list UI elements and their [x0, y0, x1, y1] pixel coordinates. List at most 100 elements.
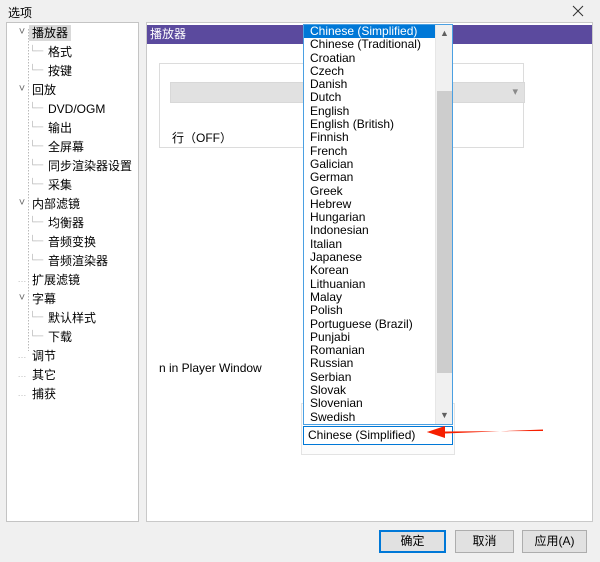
- tree-item-11[interactable]: └─ 音频变换: [7, 232, 138, 251]
- dropdown-option-2[interactable]: Croatian: [304, 51, 435, 65]
- tree-item-19[interactable]: … 捕获: [7, 384, 138, 403]
- dropdown-option-24[interactable]: Romanian: [304, 343, 435, 357]
- tree-item-1[interactable]: └─ 格式: [7, 42, 138, 61]
- player-window-checkbox-label[interactable]: n in Player Window: [159, 361, 262, 375]
- title-bar: 选项: [0, 0, 600, 22]
- dropdown-option-28[interactable]: Slovenian: [304, 397, 435, 411]
- scrollbar-thumb[interactable]: [437, 91, 452, 373]
- dropdown-option-16[interactable]: Italian: [304, 237, 435, 251]
- cancel-button[interactable]: 取消: [455, 530, 514, 553]
- tree-item-label: 采集: [48, 177, 73, 192]
- dropdown-option-25[interactable]: Russian: [304, 357, 435, 371]
- dropdown-option-10[interactable]: Galician: [304, 157, 435, 171]
- tree-item-label: 回放: [32, 82, 57, 97]
- off-status-label: 行（OFF）: [172, 131, 232, 145]
- dropdown-option-20[interactable]: Malay: [304, 290, 435, 304]
- tree-branch-icon: └─: [29, 103, 44, 115]
- dropdown-option-6[interactable]: English: [304, 104, 435, 118]
- dropdown-option-4[interactable]: Danish: [304, 77, 435, 91]
- tree-item-label: 按键: [48, 63, 73, 78]
- language-dropdown-list[interactable]: Chinese (Simplified) Chinese (Traditional…: [303, 24, 453, 425]
- dropdown-option-17[interactable]: Japanese: [304, 250, 435, 264]
- window-title: 选项: [8, 6, 33, 20]
- tree-item-16[interactable]: └─ 下载: [7, 327, 138, 346]
- tree-item-13[interactable]: … 扩展滤镜: [7, 270, 138, 289]
- tree-item-label: 其它: [32, 367, 57, 382]
- tree-branch-icon: …: [17, 388, 27, 399]
- options-dialog: ˅ 播放器 └─ 格式 └─ 按键 ˅ 回放 └─ DVD/OGM └─ 输出 └─ 全屏幕 └─ 同步渲染器…: [0, 22, 600, 562]
- chevron-down-icon: ▾: [512, 86, 518, 98]
- tree-item-label: 调节: [32, 348, 57, 363]
- tree-branch-icon: …: [17, 369, 27, 380]
- tree-item-label: 输出: [48, 120, 73, 135]
- chevron-up-icon[interactable]: ▲: [436, 25, 452, 42]
- chevron-down-icon[interactable]: ▼: [436, 407, 452, 424]
- tree-item-7[interactable]: └─ 同步渲染器设置: [7, 156, 138, 175]
- dropdown-option-11[interactable]: German: [304, 170, 435, 184]
- tree-branch-icon: …: [17, 274, 27, 285]
- tree-item-5[interactable]: └─ 输出: [7, 118, 138, 137]
- tree-item-label: 捕获: [32, 386, 57, 401]
- tree-item-18[interactable]: … 其它: [7, 365, 138, 384]
- dropdown-option-22[interactable]: Portuguese (Brazil): [304, 317, 435, 331]
- dropdown-option-23[interactable]: Punjabi: [304, 330, 435, 344]
- dropdown-option-15[interactable]: Indonesian: [304, 224, 435, 238]
- chevron-down-icon[interactable]: ˅: [15, 194, 29, 213]
- dropdown-scrollbar[interactable]: ▲ ▼: [435, 25, 452, 424]
- tree-branch-icon: …: [17, 350, 27, 361]
- tree-item-9[interactable]: ˅ 内部滤镜: [7, 194, 138, 213]
- tree-item-6[interactable]: └─ 全屏幕: [7, 137, 138, 156]
- dropdown-option-29[interactable]: Swedish: [304, 410, 435, 424]
- tree-branch-icon: └─: [29, 331, 44, 343]
- dropdown-option-27[interactable]: Slovak: [304, 383, 435, 397]
- tree-item-label: 扩展滤镜: [32, 272, 81, 287]
- tree-item-label: 默认样式: [48, 310, 97, 325]
- tree-branch-icon: └─: [29, 217, 44, 229]
- dropdown-option-26[interactable]: Serbian: [304, 370, 435, 384]
- tree-item-2[interactable]: └─ 按键: [7, 61, 138, 80]
- dropdown-option-18[interactable]: Korean: [304, 264, 435, 278]
- tree-item-label: 格式: [48, 44, 73, 59]
- dropdown-option-14[interactable]: Hungarian: [304, 210, 435, 224]
- apply-button[interactable]: 应用(A): [522, 530, 587, 553]
- tree-item-label: 均衡器: [48, 215, 85, 230]
- chevron-down-icon[interactable]: ˅: [15, 23, 29, 42]
- tree-branch-icon: └─: [29, 46, 44, 58]
- dropdown-option-8[interactable]: Finnish: [304, 131, 435, 145]
- close-icon: [572, 5, 584, 17]
- dropdown-option-13[interactable]: Hebrew: [304, 197, 435, 211]
- tree-item-17[interactable]: … 调节: [7, 346, 138, 365]
- dropdown-option-12[interactable]: Greek: [304, 184, 435, 198]
- dropdown-option-9[interactable]: French: [304, 144, 435, 158]
- dropdown-option-0[interactable]: Chinese (Simplified): [304, 25, 435, 39]
- language-combobox[interactable]: Chinese (Simplified): [303, 426, 453, 445]
- tree-item-15[interactable]: └─ 默认样式: [7, 308, 138, 327]
- tree-branch-icon: └─: [29, 65, 44, 77]
- tree-item-label: 下载: [48, 329, 73, 344]
- tree-item-0[interactable]: ˅ 播放器: [7, 23, 138, 42]
- ok-button[interactable]: 确定: [379, 530, 446, 553]
- tree-item-14[interactable]: ˅ 字幕: [7, 289, 138, 308]
- tree-item-8[interactable]: └─ 采集: [7, 175, 138, 194]
- tree-item-10[interactable]: └─ 均衡器: [7, 213, 138, 232]
- dropdown-option-21[interactable]: Polish: [304, 303, 435, 317]
- settings-content-panel: 播放器 ▾ 行（OFF） n in Player Window Chinese …: [146, 22, 593, 522]
- dropdown-option-3[interactable]: Czech: [304, 64, 435, 78]
- language-combobox-value: Chinese (Simplified): [308, 428, 416, 442]
- close-button[interactable]: [556, 0, 600, 22]
- tree-item-4[interactable]: └─ DVD/OGM: [7, 99, 138, 118]
- settings-tree[interactable]: ˅ 播放器 └─ 格式 └─ 按键 ˅ 回放 └─ DVD/OGM └─ 输出 └─ 全屏幕 └─ 同步渲染器…: [6, 22, 139, 522]
- chevron-down-icon[interactable]: ˅: [15, 289, 29, 308]
- chevron-down-icon[interactable]: ˅: [15, 80, 29, 99]
- content-header-label: 播放器: [150, 27, 187, 41]
- dropdown-option-1[interactable]: Chinese (Traditional): [304, 37, 435, 51]
- dropdown-option-19[interactable]: Lithuanian: [304, 277, 435, 291]
- tree-rows: ˅ 播放器 └─ 格式 └─ 按键 ˅ 回放 └─ DVD/OGM └─ 输出 └─ 全屏幕 └─ 同步渲染器…: [7, 23, 138, 403]
- dropdown-option-5[interactable]: Dutch: [304, 91, 435, 105]
- tree-branch-icon: └─: [29, 141, 44, 153]
- tree-item-label: 全屏幕: [48, 139, 85, 154]
- dropdown-option-7[interactable]: English (British): [304, 117, 435, 131]
- tree-item-12[interactable]: └─ 音频渲染器: [7, 251, 138, 270]
- tree-branch-icon: └─: [29, 312, 44, 324]
- tree-item-3[interactable]: ˅ 回放: [7, 80, 138, 99]
